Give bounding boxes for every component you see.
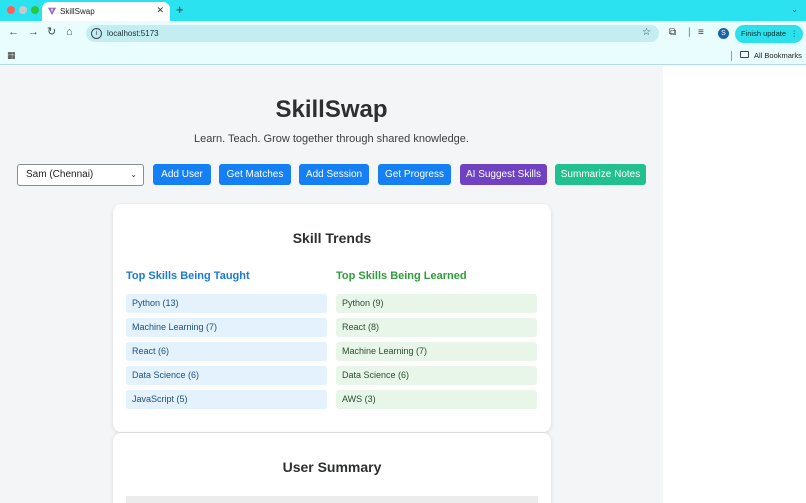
app-page: SkillSwap Learn. Teach. Grow together th… (0, 66, 663, 503)
taught-skill-item: Data Science (6) (126, 366, 327, 385)
maximize-window-button[interactable] (31, 6, 39, 14)
learned-heading: Top Skills Being Learned (336, 270, 467, 282)
user-summary-title: User Summary (282, 459, 382, 475)
site-info-icon[interactable]: i (91, 28, 102, 39)
taught-skill-item: JavaScript (5) (126, 390, 327, 409)
user-select[interactable]: Sam (Chennai) ⌄ (17, 164, 144, 186)
learned-skill-item: Machine Learning (7) (336, 342, 537, 361)
minimize-window-button[interactable] (19, 6, 27, 14)
tab-close-icon[interactable]: ✕ (156, 5, 164, 16)
address-bar[interactable]: i localhost:5173 ☆ (86, 25, 659, 42)
tab-title: SkillSwap (60, 7, 95, 16)
folder-icon (740, 51, 749, 58)
finish-update-button[interactable]: Finish update ⋮ (735, 25, 803, 43)
skill-trends-title: Skill Trends (292, 230, 372, 246)
ai-suggest-skills-button[interactable]: AI Suggest Skills (460, 164, 547, 185)
learned-skill-item: React (8) (336, 318, 537, 337)
finish-update-label: Finish update (741, 29, 787, 38)
apps-grid-icon[interactable]: ▦ (7, 50, 16, 61)
chevron-down-icon: ⌄ (130, 170, 137, 179)
user-summary-card: User Summary (113, 433, 551, 503)
more-menu-icon: ⋮ (790, 29, 799, 38)
add-user-button[interactable]: Add User (153, 164, 211, 185)
add-session-button[interactable]: Add Session (299, 164, 369, 185)
home-icon[interactable]: ⌂ (66, 27, 73, 38)
vite-logo-icon (48, 7, 56, 15)
profile-avatar[interactable]: S (718, 28, 729, 39)
empty-viewport-area (663, 66, 806, 503)
summary-content-area (126, 496, 538, 503)
user-select-value: Sam (Chennai) (26, 169, 94, 180)
forward-icon[interactable]: → (28, 27, 39, 38)
get-progress-button[interactable]: Get Progress (378, 164, 451, 185)
all-bookmarks-link[interactable]: All Bookmarks (754, 51, 802, 60)
extensions-icon[interactable]: ⧉ (669, 27, 676, 38)
taught-skill-item: React (6) (126, 342, 327, 361)
page-tagline: Learn. Teach. Grow together through shar… (194, 133, 469, 145)
taught-heading: Top Skills Being Taught (126, 270, 250, 282)
bookmark-star-icon[interactable]: ☆ (642, 27, 651, 38)
learned-skill-item: AWS (3) (336, 390, 537, 409)
media-controls-icon[interactable]: ≡ (698, 27, 704, 38)
new-tab-icon[interactable]: + (176, 2, 184, 17)
learned-skill-item: Python (9) (336, 294, 537, 313)
get-matches-button[interactable]: Get Matches (219, 164, 291, 185)
tab-search-icon[interactable]: ⌄ (791, 5, 798, 14)
reload-icon[interactable]: ↻ (47, 27, 56, 38)
learned-skill-item: Data Science (6) (336, 366, 537, 385)
page-title: SkillSwap (275, 96, 388, 123)
browser-tab-strip: SkillSwap ✕ + ⌄ (0, 0, 806, 21)
taught-skill-item: Machine Learning (7) (126, 318, 327, 337)
browser-tab[interactable]: SkillSwap ✕ (42, 2, 170, 21)
summarize-notes-button[interactable]: Summarize Notes (555, 164, 646, 185)
skill-trends-card: Skill Trends Top Skills Being Taught Top… (113, 204, 551, 432)
bookmarks-bar: ▦ All Bookmarks (0, 46, 806, 65)
taught-skill-item: Python (13) (126, 294, 327, 313)
back-icon[interactable]: ← (8, 27, 19, 38)
bookmarks-divider (731, 51, 732, 61)
close-window-button[interactable] (7, 6, 15, 14)
url-text: localhost:5173 (107, 29, 159, 38)
divider-icon: | (688, 27, 691, 38)
